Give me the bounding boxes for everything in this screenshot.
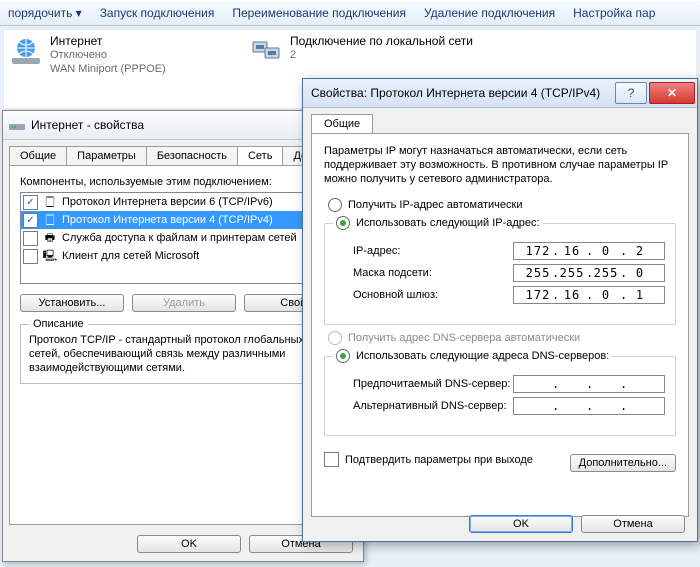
radio-auto-dns: Получить адрес DNS-сервера автоматически (328, 331, 676, 345)
ipv4-cancel-button[interactable]: Отмена (581, 515, 685, 533)
checkbox-icon[interactable] (23, 249, 38, 264)
uninstall-button: Удалить (132, 294, 236, 312)
ipv4-tabs: Общие (303, 108, 697, 133)
conn-status: Отключено (50, 48, 166, 62)
checkbox-icon[interactable] (23, 231, 38, 246)
conn-device: WAN Miniport (PPPOE) (50, 62, 166, 76)
label-ip: IP-адрес: (353, 245, 513, 257)
tab-general[interactable]: Общие (9, 146, 67, 165)
dns2-input[interactable]: . . . (513, 397, 665, 415)
label-dns1: Предпочитаемый DNS-сервер: (353, 378, 513, 390)
radio-manual-ip[interactable]: Использовать следующий IP-адрес: (336, 216, 540, 230)
label-dns2: Альтернативный DNS-сервер: (353, 400, 513, 412)
radio-label: Использовать следующий IP-адрес: (356, 217, 540, 229)
components-list[interactable]: ✓ 🀆 Протокол Интернета версии 6 (TCP/IPv… (20, 192, 346, 284)
toolbar-organize[interactable]: порядочить ▾ (8, 6, 82, 20)
radio-icon[interactable] (336, 216, 350, 230)
radio-icon[interactable] (328, 198, 342, 212)
ipv4-body: Параметры IP могут назначаться автоматич… (311, 133, 689, 517)
tab-network[interactable]: Сеть (237, 146, 283, 165)
components-label: Компоненты, используемые этим подключени… (20, 176, 346, 188)
prop-ok-button[interactable]: OK (137, 535, 241, 553)
ipv4-properties-dialog: Свойства: Протокол Интернета версии 4 (T… (302, 78, 698, 542)
checkbox-icon[interactable]: ✓ (23, 195, 38, 210)
tab-options[interactable]: Параметры (66, 146, 147, 165)
prop-title: Интернет - свойства (31, 118, 144, 132)
toolbar-settings-conn[interactable]: Настройка пар (573, 6, 655, 20)
label-mask: Маска подсети: (353, 267, 513, 279)
ip-address-input[interactable]: 172. 16. 0. 2 (513, 242, 665, 260)
nc-toolbar[interactable]: порядочить ▾ Запуск подключения Переимен… (0, 0, 700, 26)
client-icon: 🖳 (42, 248, 58, 264)
radio-icon[interactable] (336, 349, 350, 363)
radio-icon (328, 331, 342, 345)
component-label: Служба доступа к файлам и принтерам сете… (62, 232, 297, 244)
dns1-input[interactable]: . . . (513, 375, 665, 393)
ipv4-titlebar[interactable]: Свойства: Протокол Интернета версии 4 (T… (303, 79, 697, 108)
checkbox-icon[interactable]: ✓ (23, 213, 38, 228)
modem-icon (9, 118, 25, 133)
checkbox-icon[interactable] (324, 452, 339, 467)
protocol-icon: 🀆 (42, 212, 58, 228)
ipv4-tab-general[interactable]: Общие (311, 114, 373, 133)
component-file-print[interactable]: 🖶 Служба доступа к файлам и принтерам се… (21, 229, 345, 247)
radio-label: Получить адрес DNS-сервера автоматически (348, 332, 580, 344)
connection-internet[interactable]: Интернет Отключено WAN Miniport (PPPOE) (8, 34, 248, 104)
radio-label: Получить IP-адрес автоматически (348, 199, 522, 211)
component-label: Протокол Интернета версии 4 (TCP/IPv4) (62, 214, 273, 226)
component-msclient[interactable]: 🖳 Клиент для сетей Microsoft (21, 247, 345, 265)
ipv4-paragraph: Параметры IP могут назначаться автоматич… (324, 144, 676, 186)
conn-status: 2 (290, 48, 473, 62)
share-icon: 🖶 (42, 230, 58, 246)
toolbar-start-conn[interactable]: Запуск подключения (100, 6, 215, 20)
confirm-label: Подтвердить параметры при выходе (345, 454, 533, 466)
description-group: Описание Протокол TCP/IP - стандартный п… (20, 324, 346, 384)
radio-label: Использовать следующие адреса DNS-сервер… (356, 350, 609, 362)
ipv4-ok-button[interactable]: OK (469, 515, 573, 533)
ipv4-title: Свойства: Протокол Интернета версии 4 (T… (311, 86, 600, 100)
radio-auto-ip[interactable]: Получить IP-адрес автоматически (328, 198, 676, 212)
subnet-mask-input[interactable]: 255. 255. 255. 0 (513, 264, 665, 282)
component-ipv4[interactable]: ✓ 🀆 Протокол Интернета версии 4 (TCP/IPv… (21, 211, 345, 229)
component-label: Протокол Интернета версии 6 (TCP/IPv6) (62, 196, 273, 208)
globe-icon (8, 34, 44, 70)
advanced-button[interactable]: Дополнительно... (570, 454, 676, 472)
radio-manual-dns[interactable]: Использовать следующие адреса DNS-сервер… (336, 349, 609, 363)
tab-security[interactable]: Безопасность (146, 146, 238, 165)
help-button[interactable]: ? (615, 82, 647, 104)
install-button[interactable]: Установить... (20, 294, 124, 312)
conn-title: Подключение по локальной сети (290, 34, 473, 48)
description-text: Протокол TCP/IP - стандартный протокол г… (29, 334, 304, 374)
label-gw: Основной шлюз: (353, 289, 513, 301)
component-ipv6[interactable]: ✓ 🀆 Протокол Интернета версии 6 (TCP/IPv… (21, 193, 345, 211)
toolbar-rename-conn[interactable]: Переименование подключения (232, 6, 406, 20)
close-button[interactable]: ✕ (649, 82, 695, 104)
component-label: Клиент для сетей Microsoft (62, 250, 199, 262)
gateway-input[interactable]: 172. 16. 0. 1 (513, 286, 665, 304)
description-header: Описание (29, 317, 88, 331)
conn-title: Интернет (50, 34, 166, 48)
protocol-icon: 🀆 (42, 194, 58, 210)
lan-icon (248, 34, 284, 70)
toolbar-delete-conn[interactable]: Удаление подключения (424, 6, 555, 20)
